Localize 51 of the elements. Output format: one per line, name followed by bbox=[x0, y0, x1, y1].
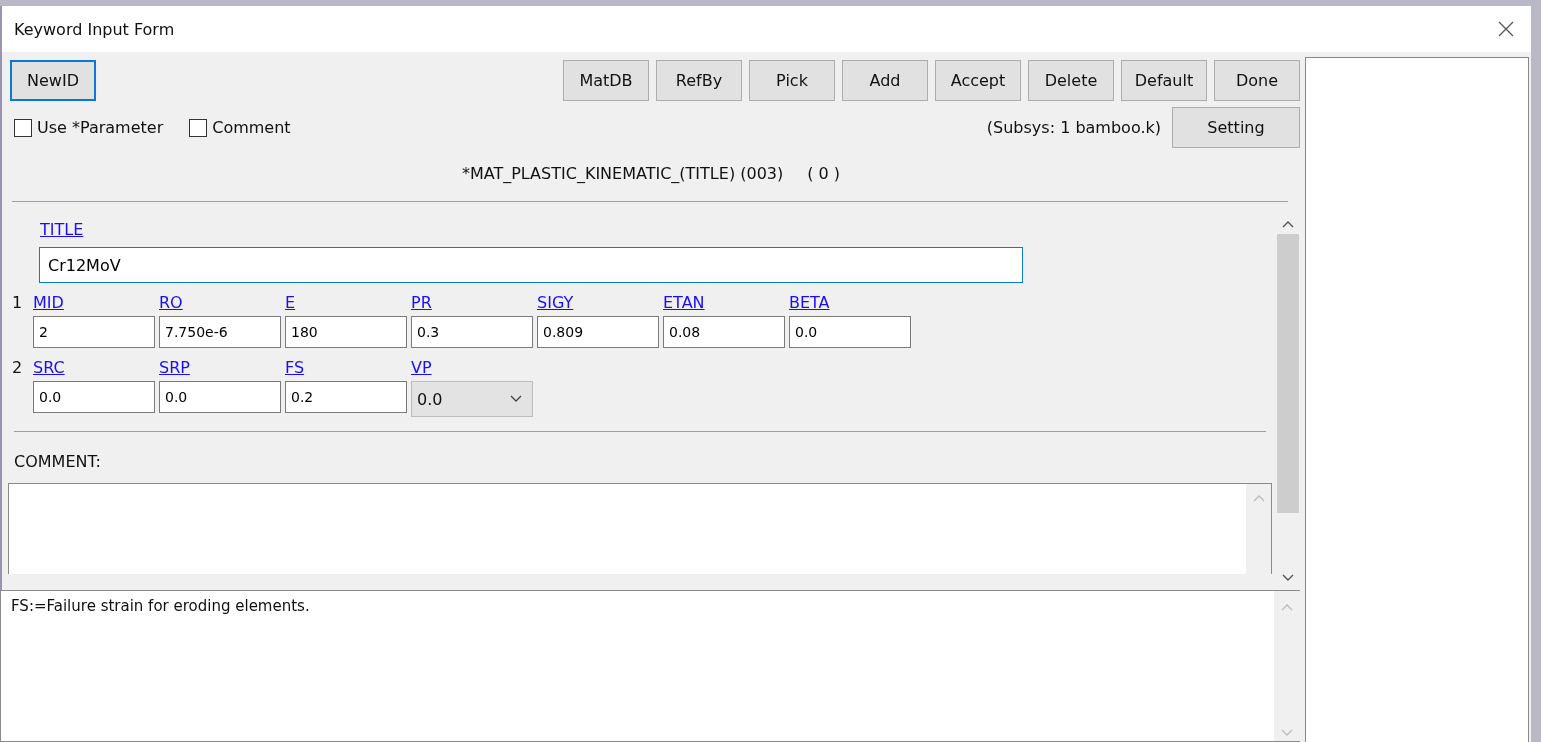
field-link[interactable]: RO bbox=[159, 293, 285, 312]
scroll-up-icon[interactable] bbox=[1282, 220, 1294, 228]
window-title: Keyword Input Form bbox=[14, 19, 176, 39]
toolbar-button[interactable]: Pick bbox=[749, 60, 835, 101]
field-link[interactable]: SRP bbox=[159, 358, 285, 377]
input-field[interactable]: 0.0 bbox=[159, 381, 281, 413]
toolbar-button[interactable]: MatDB bbox=[563, 60, 649, 101]
input-field[interactable]: 0.0 bbox=[789, 316, 911, 348]
input-field[interactable]: 0.809 bbox=[537, 316, 659, 348]
keyword-count: ( 0 ) bbox=[807, 163, 841, 183]
setting-button[interactable]: Setting bbox=[1172, 107, 1300, 148]
field-link[interactable]: SIGY bbox=[537, 293, 663, 312]
toolbar-button[interactable]: Default bbox=[1121, 60, 1207, 101]
field-link[interactable]: PR bbox=[411, 293, 537, 312]
help-text: FS:=Failure strain for eroding elements. bbox=[10, 596, 311, 617]
close-icon[interactable] bbox=[1497, 20, 1515, 38]
checkbox[interactable] bbox=[189, 118, 208, 137]
field-link[interactable]: MID bbox=[33, 293, 159, 312]
subsystem-label: (Subsys: 1 bamboo.k) bbox=[986, 118, 1161, 137]
title-field[interactable]: Cr12MoV bbox=[39, 247, 1023, 283]
toolbar-button[interactable]: RefBy bbox=[656, 60, 742, 101]
field-link[interactable]: BETA bbox=[789, 293, 915, 312]
checkbox-label: Comment bbox=[212, 118, 291, 137]
card-number: 2 bbox=[11, 358, 24, 377]
input-field[interactable]: 0.3 bbox=[411, 316, 533, 348]
comment-label: COMMENT: bbox=[14, 452, 102, 471]
input-field[interactable]: 7.750e-6 bbox=[159, 316, 281, 348]
input-field[interactable]: 0.08 bbox=[663, 316, 785, 348]
title-link[interactable]: TITLE bbox=[40, 220, 1276, 239]
new-id-button[interactable]: NewID bbox=[10, 60, 96, 101]
field-link[interactable]: E bbox=[285, 293, 411, 312]
toolbar-button[interactable]: Done bbox=[1214, 60, 1300, 101]
checkbox-label: Use *Parameter bbox=[37, 118, 164, 137]
dropdown[interactable]: 0.0 bbox=[411, 381, 533, 417]
field-link[interactable]: FS bbox=[285, 358, 411, 377]
toolbar-button[interactable]: Accept bbox=[935, 60, 1021, 101]
field-link[interactable]: SRC bbox=[33, 358, 159, 377]
checkbox[interactable] bbox=[14, 118, 32, 137]
keyword-name: *MAT_PLASTIC_KINEMATIC_(TITLE) (003) bbox=[461, 163, 784, 183]
input-field[interactable]: 0.2 bbox=[285, 381, 407, 413]
card-number: 1 bbox=[11, 293, 24, 312]
field-link[interactable]: VP bbox=[411, 358, 537, 377]
input-field[interactable]: 180 bbox=[285, 316, 407, 348]
toolbar-button[interactable]: Delete bbox=[1028, 60, 1114, 101]
comment-field[interactable] bbox=[8, 483, 1272, 574]
input-field[interactable]: 0.0 bbox=[33, 381, 155, 413]
toolbar-button[interactable]: Add bbox=[842, 60, 928, 101]
field-link[interactable]: ETAN bbox=[663, 293, 789, 312]
scroll-down-icon[interactable] bbox=[1282, 574, 1294, 582]
input-field[interactable]: 2 bbox=[33, 316, 155, 348]
chevron-down-icon bbox=[510, 395, 522, 403]
